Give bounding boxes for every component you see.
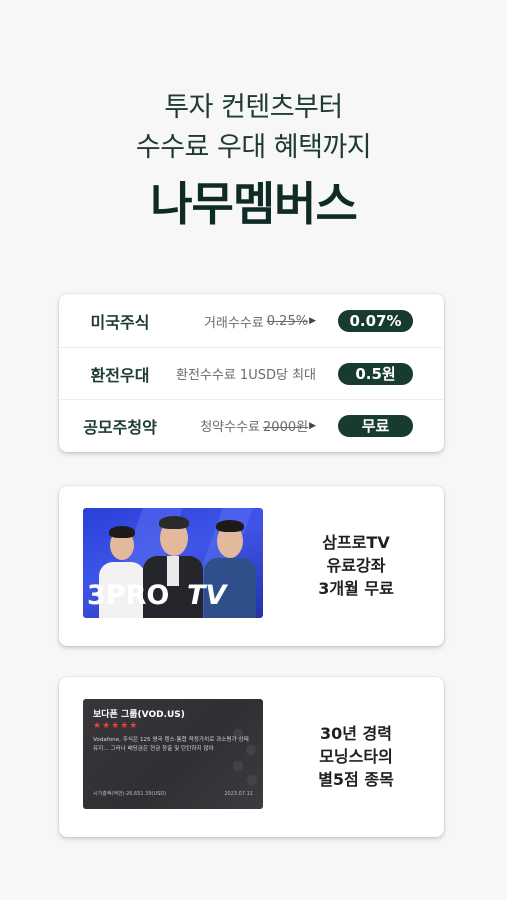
- rate-value-badge: 0.5원: [338, 362, 413, 385]
- market-cap: 시가총액(억만)·26,651.39(USD): [93, 791, 167, 797]
- stock-summary: Vodafone, 주식은 125 영국 텐스·통합 적정가치로 과소평가 상태…: [93, 737, 249, 752]
- headline: 투자 컨텐츠부터 수수료 우대 혜택까지 나무멤버스: [0, 88, 507, 232]
- rate-desc-label: 거래수수료: [203, 315, 264, 331]
- star-rating-icon: ★★★★★: [93, 721, 139, 731]
- promo-morningstar-text: 30년 경력 모닝스타의 별5점 종목: [281, 722, 431, 791]
- stock-name: 보다폰 그룹(VOD.US): [93, 710, 185, 720]
- arrow-right-icon: ▶: [309, 420, 316, 431]
- rate-row-ipo: 공모주청약 청약수수료 2000원 ▶ 무료: [59, 399, 444, 451]
- rate-description: 환전수수료 1USD당 최대: [176, 364, 316, 383]
- promo-card-morningstar[interactable]: 보다폰 그룹(VOD.US) ★★★★★ Vodafone, 주식은 125 영…: [59, 677, 444, 837]
- report-date: 2023.07.11: [224, 791, 253, 797]
- rate-description: 청약수수료 2000원 ▶: [200, 416, 316, 435]
- rate-value-badge: 무료: [338, 414, 413, 437]
- promo-line: 30년 경력: [320, 724, 392, 743]
- rate-desc-label: 청약수수료: [200, 420, 261, 435]
- promo-line: 모닝스타의: [319, 747, 393, 766]
- tv-logo-text: TV: [187, 580, 227, 611]
- promo-line: 삼프로TV: [322, 533, 390, 552]
- arrow-right-icon: ▶: [309, 316, 316, 326]
- promo-3protv-text: 삼프로TV 유료강좌 3개월 무료: [281, 531, 431, 600]
- headline-line-1: 투자 컨텐츠부터: [164, 92, 343, 123]
- rate-old-value: 2000원: [263, 420, 309, 435]
- rate-old-value: 0.25%: [266, 313, 309, 329]
- stock-report-thumbnail: 보다폰 그룹(VOD.US) ★★★★★ Vodafone, 주식은 125 영…: [83, 699, 263, 809]
- fee-benefits-card: 미국주식 거래수수료 0.25% ▶ 0.07% 환전우대 환전수수료 1USD…: [59, 294, 444, 452]
- promo-line: 유료강좌: [326, 556, 386, 575]
- rate-name: 공모주청약: [83, 417, 157, 437]
- rate-description: 거래수수료 0.25% ▶: [204, 312, 316, 331]
- rate-name: 환전우대: [90, 365, 150, 385]
- promo-card-3protv[interactable]: 3PRO TV 삼프로TV 유료강좌 3개월 무료: [59, 486, 444, 646]
- rate-row-fx: 환전우대 환전수수료 1USD당 최대 0.5원: [59, 347, 444, 399]
- rate-value-badge: 0.07%: [338, 310, 413, 332]
- promo-line: 별5점 종목: [318, 770, 394, 789]
- rate-desc-label: 환전수수료 1USD당 최대: [176, 368, 316, 383]
- 3protv-thumbnail: 3PRO TV: [83, 508, 263, 618]
- 3pro-logo-text: 3PRO: [87, 580, 170, 611]
- brand-title: 나무멤버스: [150, 177, 358, 231]
- headline-line-2: 수수료 우대 혜택까지: [135, 132, 372, 163]
- rate-name: 미국주식: [90, 313, 150, 332]
- promo-line: 3개월 무료: [318, 579, 394, 598]
- rate-row-us-stock: 미국주식 거래수수료 0.25% ▶ 0.07%: [59, 295, 444, 347]
